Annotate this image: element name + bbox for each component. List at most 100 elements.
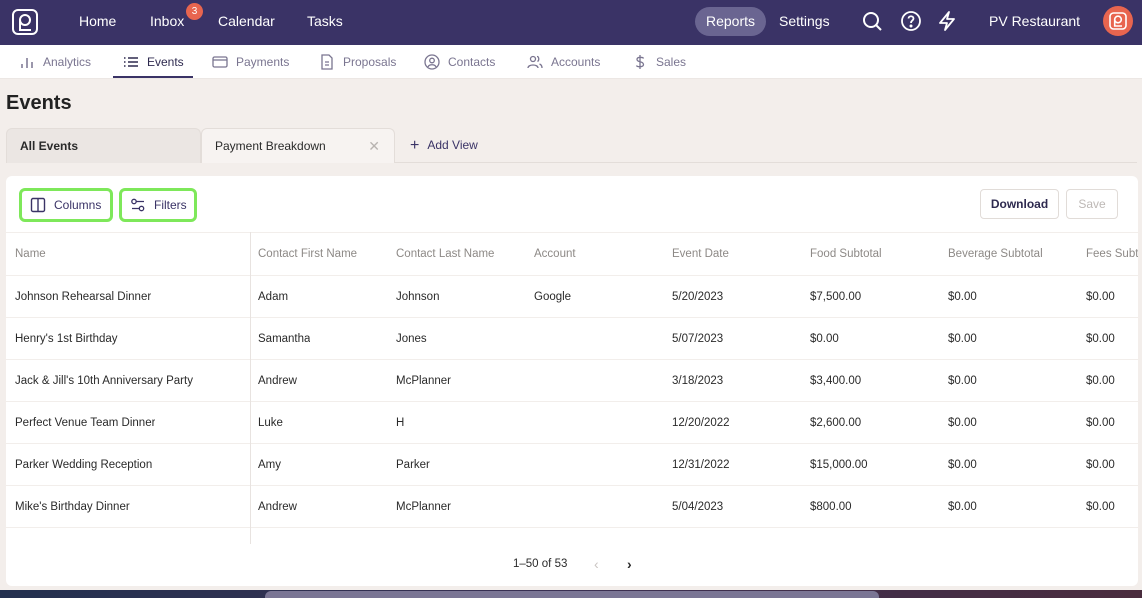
view-tab-all-events[interactable]: All Events	[6, 128, 201, 163]
cell-contact-last-name: McPlanner	[396, 500, 451, 513]
cell-name: Perfect Venue Team Dinner	[15, 416, 156, 429]
tab-contacts[interactable]: Contacts	[424, 45, 495, 79]
avatar[interactable]	[1103, 6, 1133, 36]
cell-fees-subtotal: $0.00	[1086, 374, 1115, 387]
tab-events[interactable]: Events	[123, 45, 184, 79]
cell-contact-first-name: Amy	[258, 458, 281, 471]
nav-home[interactable]: Home	[79, 0, 116, 45]
nav-tasks[interactable]: Tasks	[307, 0, 343, 45]
nav-calendar[interactable]: Calendar	[218, 0, 275, 45]
tab-analytics[interactable]: Analytics	[19, 45, 91, 79]
view-tab-label: All Events	[20, 139, 79, 153]
cell-name: Jack & Jill's 10th Anniversary Party	[15, 374, 193, 387]
cell-beverage-subtotal: $0.00	[948, 332, 977, 345]
column-header-fees-subtotal[interactable]: Fees Subtotal	[1086, 233, 1138, 275]
cell-food-subtotal: $15,000.00	[810, 458, 868, 471]
cell-beverage-subtotal: $0.00	[948, 500, 977, 513]
table-row[interactable]: Perfect Venue Team Dinner Luke H 12/20/2022…	[6, 402, 1138, 444]
tab-payments[interactable]: Payments	[212, 45, 289, 79]
nav-reports[interactable]: Reports	[695, 7, 766, 36]
cell-contact-first-name: Andrew	[258, 374, 297, 387]
cell-name: Parker Wedding Reception	[15, 458, 153, 471]
view-tab-label: Payment Breakdown	[215, 139, 326, 153]
column-header-contact-first-name[interactable]: Contact First Name	[258, 233, 357, 275]
column-header-account[interactable]: Account	[534, 233, 576, 275]
pagination-range: 1–50 of 53	[513, 558, 568, 570]
nav-settings[interactable]: Settings	[779, 0, 830, 45]
tab-sales[interactable]: Sales	[632, 45, 686, 79]
cell-contact-first-name: Andrew	[258, 500, 297, 513]
avatar-logo-icon	[1109, 12, 1127, 30]
os-dock	[265, 591, 879, 598]
cell-account: Google	[534, 290, 572, 303]
table-row[interactable]: Jack & Jill's 10th Anniversary Party Andr…	[6, 360, 1138, 402]
lightning-icon[interactable]	[936, 10, 958, 32]
cell-fees-subtotal: $0.00	[1086, 500, 1115, 513]
table-row[interactable]: Mike's Birthday Dinner Andrew McPlanner 5/0…	[6, 486, 1138, 528]
inbox-badge: 3	[186, 3, 203, 20]
help-icon[interactable]	[900, 10, 922, 32]
cell-event-date: 12/31/2022	[672, 458, 730, 471]
cell-contact-first-name: Adam	[258, 290, 289, 303]
columns-button[interactable]: Columns	[19, 188, 113, 222]
cell-fees-subtotal: $0.00	[1086, 332, 1115, 345]
add-view-button[interactable]: + Add View	[410, 128, 478, 163]
table-row[interactable]: Parker Wedding Reception Amy Parker 12/31/2…	[6, 444, 1138, 486]
users-icon	[527, 55, 543, 69]
cell-event-date: 5/07/2023	[672, 332, 724, 345]
tab-label: Contacts	[448, 55, 496, 69]
tab-label: Events	[147, 55, 184, 69]
column-header-beverage-subtotal[interactable]: Beverage Subtotal	[948, 233, 1043, 275]
cell-beverage-subtotal: $0.00	[948, 416, 977, 429]
page-title: Events	[6, 92, 72, 114]
dollar-icon	[635, 55, 645, 69]
column-header-name[interactable]: Name	[15, 233, 46, 275]
column-header-event-date[interactable]: Event Date	[672, 233, 729, 275]
report-card: Columns Filters Download Save Name Contac…	[6, 176, 1138, 586]
cell-event-date: 5/04/2023	[672, 500, 724, 513]
tab-proposals[interactable]: Proposals	[319, 45, 396, 79]
chevron-right-icon[interactable]: ›	[627, 556, 632, 572]
filters-label: Filters	[154, 198, 187, 212]
cell-name: Henry's 1st Birthday	[15, 332, 118, 345]
search-icon[interactable]	[861, 10, 883, 32]
cell-fees-subtotal: $0.00	[1086, 290, 1115, 303]
columns-icon	[30, 197, 46, 213]
filters-button[interactable]: Filters	[119, 188, 197, 222]
nav-inbox[interactable]: Inbox	[150, 0, 184, 45]
plus-icon: +	[410, 137, 420, 154]
top-navigation: Home Inbox 3 Calendar Tasks Reports Sett…	[0, 0, 1142, 45]
bar-chart-icon	[21, 58, 33, 68]
cell-food-subtotal: $7,500.00	[810, 290, 862, 303]
chevron-left-icon[interactable]: ‹	[594, 556, 599, 572]
view-tab-payment-breakdown[interactable]: Payment Breakdown ✕	[201, 128, 395, 163]
column-header-contact-last-name[interactable]: Contact Last Name	[396, 233, 494, 275]
tab-label: Analytics	[43, 55, 92, 69]
cell-contact-last-name: Parker	[396, 458, 430, 471]
columns-label: Columns	[54, 198, 102, 212]
cell-name: Mike's Birthday Dinner	[15, 500, 130, 513]
cell-contact-last-name: Jones	[396, 332, 427, 345]
cell-contact-first-name: Samantha	[258, 332, 311, 345]
cell-food-subtotal: $0.00	[810, 332, 839, 345]
document-icon	[321, 54, 333, 70]
column-header-food-subtotal[interactable]: Food Subtotal	[810, 233, 882, 275]
table-row[interactable]: Johnson Rehearsal Dinner Adam Johnson Googl…	[6, 276, 1138, 318]
tab-accounts[interactable]: Accounts	[527, 45, 600, 79]
cell-food-subtotal: $3,400.00	[810, 374, 862, 387]
tab-label: Payments	[236, 55, 290, 69]
table-row[interactable]: Henry's 1st Birthday Samantha Jones 5/07/20…	[6, 318, 1138, 360]
cell-fees-subtotal: $0.00	[1086, 416, 1115, 429]
events-table: Name Contact First Name Contact Last Name A…	[6, 232, 1138, 528]
download-button[interactable]: Download	[980, 189, 1059, 219]
save-button[interactable]: Save	[1066, 189, 1118, 219]
active-tab-indicator	[113, 76, 193, 78]
cell-event-date: 3/18/2023	[672, 374, 724, 387]
close-icon[interactable]: ✕	[368, 129, 380, 164]
filter-sliders-icon	[131, 198, 145, 212]
account-name[interactable]: PV Restaurant	[989, 0, 1080, 45]
app-logo-icon[interactable]	[12, 9, 38, 35]
cell-event-date: 12/20/2022	[672, 416, 730, 429]
cell-beverage-subtotal: $0.00	[948, 290, 977, 303]
cell-contact-last-name: Johnson	[396, 290, 440, 303]
